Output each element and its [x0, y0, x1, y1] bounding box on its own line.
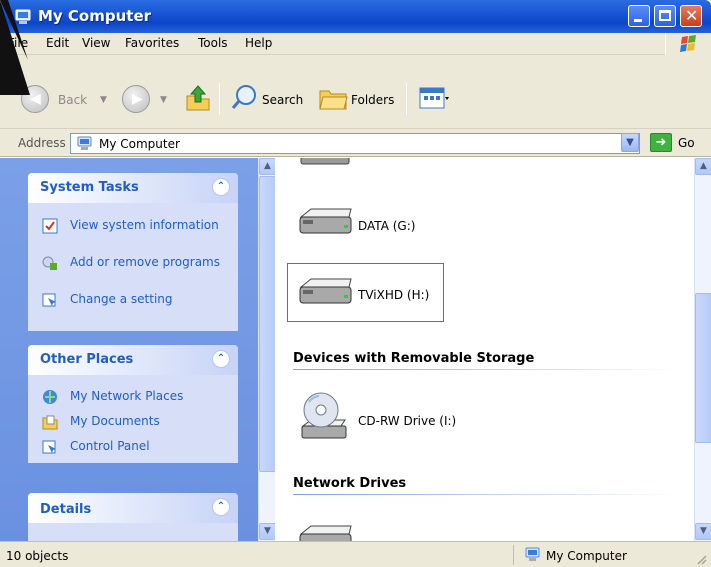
- status-divider: [513, 545, 514, 565]
- menu-bar: File Edit View Favorites Tools Help: [0, 33, 711, 55]
- window-title: My Computer: [38, 7, 152, 25]
- minimize-button[interactable]: [628, 5, 650, 27]
- system-tasks-title: System Tasks: [40, 180, 139, 195]
- my-computer-small-icon: [77, 136, 92, 150]
- address-label: Address: [18, 136, 66, 150]
- drive-label[interactable]: CD-RW Drive (I:): [358, 414, 456, 428]
- documents-folder-icon: [42, 415, 58, 430]
- scroll-down-icon[interactable]: ▼: [259, 523, 276, 540]
- removable-storage-heading: Devices with Removable Storage: [293, 351, 535, 366]
- status-location: My Computer: [546, 549, 627, 563]
- drive-label[interactable]: TViXHD (H:): [358, 288, 429, 302]
- details-header[interactable]: Details ⌃: [28, 493, 238, 523]
- address-dropdown-icon[interactable]: ▼: [621, 133, 639, 152]
- scroll-thumb[interactable]: [259, 176, 276, 472]
- control-panel-label: Control Panel: [70, 439, 150, 453]
- add-remove-programs-label: Add or remove programs: [70, 255, 220, 269]
- change-setting-label: Change a setting: [70, 292, 173, 306]
- search-icon: [231, 85, 256, 109]
- folders-icon: [319, 90, 348, 110]
- windows-logo-icon: [665, 33, 711, 55]
- pointer-arrow-icon: [0, 0, 30, 95]
- scroll-thumb[interactable]: [695, 293, 711, 443]
- menu-favorites[interactable]: Favorites: [125, 36, 179, 50]
- content-scrollbar[interactable]: ▲ ▼: [694, 158, 711, 541]
- view-system-info-label: View system information: [70, 218, 219, 232]
- search-button[interactable]: Search: [262, 93, 303, 107]
- forward-dropdown-icon[interactable]: ▼: [160, 95, 167, 105]
- scroll-up-icon[interactable]: ▲: [695, 158, 711, 175]
- forward-arrow-icon: ▶: [132, 91, 143, 107]
- close-button[interactable]: ✕: [680, 5, 702, 27]
- up-folder-icon[interactable]: [184, 82, 212, 112]
- hard-drive-icon[interactable]: [297, 205, 355, 239]
- system-tasks-panel: System Tasks ⌃ View system information A…: [28, 173, 238, 331]
- other-places-title: Other Places: [40, 352, 134, 367]
- other-places-header[interactable]: Other Places ⌃: [28, 345, 238, 375]
- task-pane: System Tasks ⌃ View system information A…: [0, 158, 258, 541]
- group-divider: [293, 369, 678, 370]
- add-remove-programs-icon: [42, 256, 57, 270]
- close-icon: ✕: [685, 6, 699, 25]
- status-bar: 10 objects My Computer: [0, 541, 711, 567]
- content-pane: DATA (G:) TViXHD (H:) Devices with Remov…: [275, 158, 694, 541]
- details-title: Details: [40, 502, 92, 517]
- status-object-count: 10 objects: [6, 549, 69, 563]
- hard-drive-icon[interactable]: [297, 275, 355, 309]
- scroll-down-icon[interactable]: ▼: [695, 523, 711, 540]
- drive-label[interactable]: DATA (G:): [358, 219, 415, 233]
- network-places-icon: [43, 390, 57, 404]
- maximize-button[interactable]: [654, 5, 676, 27]
- system-info-icon: [42, 218, 58, 234]
- menu-view[interactable]: View: [82, 36, 110, 50]
- control-panel-icon: [42, 293, 56, 307]
- group-divider: [293, 494, 678, 495]
- collapse-icon[interactable]: ⌃: [212, 178, 230, 196]
- back-dropdown-icon[interactable]: ▼: [100, 95, 107, 105]
- resize-grip-icon[interactable]: [695, 553, 707, 565]
- details-panel: Details ⌃: [28, 493, 238, 541]
- toolbar-separator: [219, 83, 220, 115]
- scroll-up-icon[interactable]: ▲: [259, 158, 276, 175]
- collapse-icon[interactable]: ⌃: [212, 350, 230, 368]
- my-network-places-label: My Network Places: [70, 389, 184, 403]
- system-tasks-header[interactable]: System Tasks ⌃: [28, 173, 238, 203]
- menu-help[interactable]: Help: [245, 36, 272, 50]
- views-icon[interactable]: [419, 87, 449, 109]
- cd-drive-icon[interactable]: [297, 390, 353, 446]
- control-panel-icon: [42, 440, 56, 454]
- toolbar-separator-2: [406, 83, 407, 115]
- network-drives-heading: Network Drives: [293, 476, 407, 491]
- title-bar: My Computer ✕: [0, 0, 711, 33]
- hard-drive-icon[interactable]: [297, 158, 355, 168]
- back-label: Back: [58, 93, 88, 107]
- go-button[interactable]: Go: [678, 136, 695, 150]
- address-field[interactable]: My Computer: [70, 133, 640, 154]
- my-documents-label: My Documents: [70, 414, 160, 428]
- network-drive-icon[interactable]: [297, 522, 355, 541]
- folders-button[interactable]: Folders: [351, 93, 394, 107]
- toolbar: ◀ Back ▼ ▶ ▼ Search Folders: [0, 55, 711, 129]
- my-computer-small-icon: [525, 547, 540, 561]
- task-pane-scrollbar[interactable]: ▲ ▼: [258, 158, 276, 541]
- collapse-icon[interactable]: ⌃: [212, 498, 230, 516]
- address-value: My Computer: [99, 137, 180, 151]
- go-arrow-icon[interactable]: ➜: [650, 133, 672, 152]
- menu-edit[interactable]: Edit: [46, 36, 69, 50]
- other-places-panel: Other Places ⌃ My Network Places My Docu…: [28, 345, 238, 463]
- address-bar: Address My Computer ▼ ➜ Go: [0, 129, 711, 157]
- menu-tools[interactable]: Tools: [198, 36, 228, 50]
- forward-button[interactable]: ▶: [122, 85, 150, 113]
